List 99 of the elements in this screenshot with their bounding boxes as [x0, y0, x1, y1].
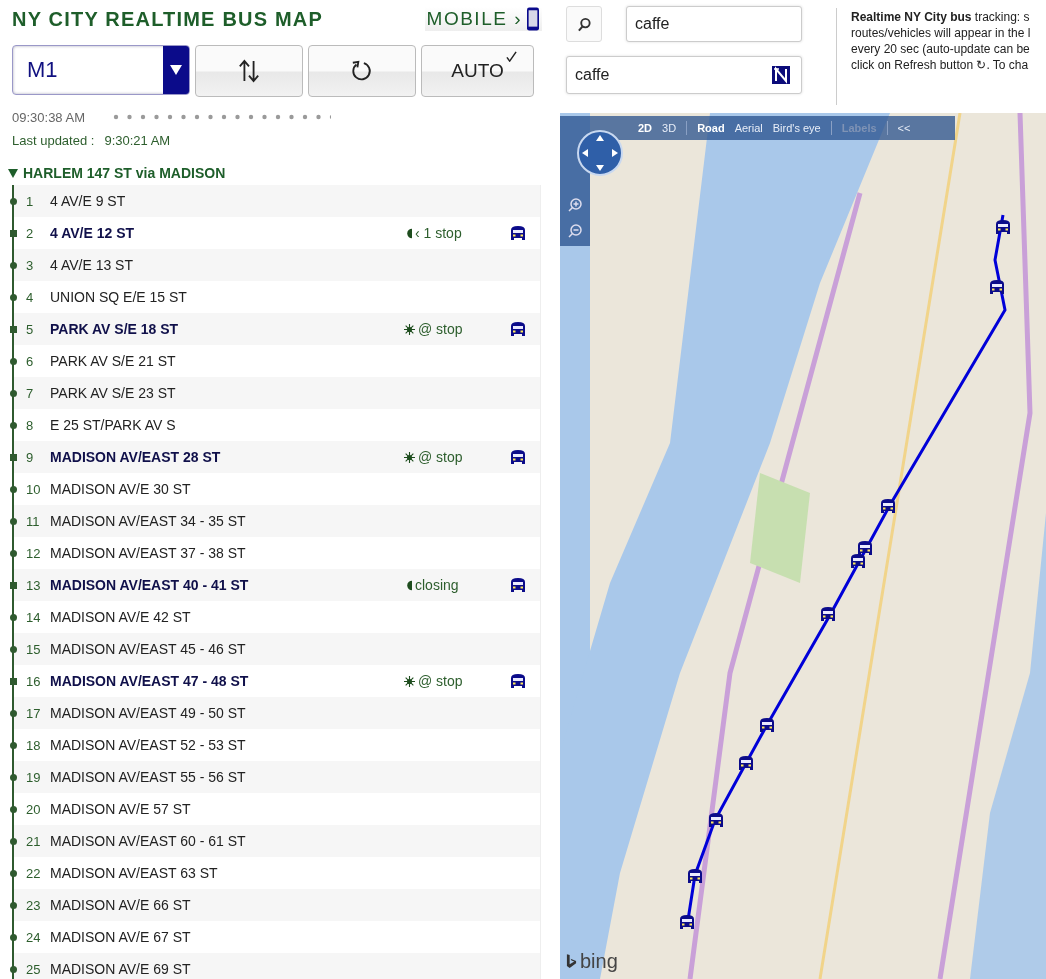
bus-icon: [510, 449, 526, 465]
stop-number: 20: [26, 801, 42, 817]
stop-number: 19: [26, 769, 42, 785]
zoom-out-icon[interactable]: [568, 224, 582, 238]
stop-number: 15: [26, 641, 42, 657]
search-button[interactable]: [566, 6, 602, 42]
stop-name[interactable]: MADISON AV/E 42 ST: [50, 609, 191, 625]
bing-logo-icon: [566, 953, 577, 970]
stop-name[interactable]: MADISON AV/EAST 28 ST: [50, 449, 221, 465]
stop-number: 2: [26, 225, 35, 241]
zoom-in-icon[interactable]: [568, 198, 582, 212]
stop-name[interactable]: MADISON AV/E 67 ST: [50, 929, 191, 945]
stop-name[interactable]: MADISON AV/EAST 37 - 38 ST: [50, 545, 246, 561]
stop-number: 5: [26, 321, 35, 337]
stop-number: 7: [26, 385, 35, 401]
stop-name[interactable]: MADISON AV/EAST 40 - 41 ST: [50, 577, 249, 593]
stop-number: 12: [26, 545, 42, 561]
stop-number: 25: [26, 961, 42, 977]
refresh-icon: [351, 60, 373, 82]
stop-number: 3: [26, 257, 35, 273]
stop-name[interactable]: MADISON AV/E 66 ST: [50, 897, 191, 913]
bus-status: @ stop: [418, 321, 463, 337]
swap-direction-button[interactable]: [195, 45, 303, 97]
stop-number: 21: [26, 833, 42, 849]
progress-dots-icon: [113, 114, 331, 120]
stop-number: 8: [26, 417, 35, 433]
map-view-tab[interactable]: Bird's eye: [772, 122, 821, 134]
last-updated-time: 9:30:21 AM: [104, 133, 171, 148]
map-view-tab[interactable]: Aerial: [734, 122, 763, 134]
phone-icon: [526, 7, 540, 31]
half-moon-icon: [404, 579, 412, 591]
map-view-tab[interactable]: Road: [697, 122, 725, 134]
stop-number: 4: [26, 289, 35, 305]
search-icon: [576, 16, 592, 32]
mobile-link[interactable]: MOBILE ›: [424, 7, 542, 31]
bus-status: ‹ 1 stop: [415, 225, 462, 241]
stop-number: 10: [26, 481, 42, 497]
stop-name[interactable]: MADISON AV/E 69 ST: [50, 961, 191, 977]
info-text: Realtime NY City bus tracking: s routes/vehicles will appear in the l every 20 sec (auto-update can be click on Refresh button ↻. To cha: [851, 9, 1032, 74]
stop-name[interactable]: 4 AV/E 9 ST: [50, 193, 126, 209]
bus-status: closing: [415, 577, 459, 593]
refresh-button[interactable]: [308, 45, 416, 97]
map-attribution: bing: [580, 950, 618, 973]
last-updated-label: Last updated :: [12, 133, 95, 148]
stop-name[interactable]: MADISON AV/EAST 47 - 48 ST: [50, 673, 249, 689]
stop-name[interactable]: MADISON AV/E 30 ST: [50, 481, 191, 497]
map-mode-tab[interactable]: 3D: [662, 122, 677, 134]
stop-name[interactable]: MADISON AV/EAST 34 - 35 ST: [50, 513, 246, 529]
stop-name[interactable]: MADISON AV/E 57 ST: [50, 801, 191, 817]
stop-name[interactable]: MADISON AV/EAST 52 - 53 ST: [50, 737, 246, 753]
stop-number: 17: [26, 705, 42, 721]
stop-number: 13: [26, 577, 42, 593]
stop-number: 22: [26, 865, 42, 881]
stop-name[interactable]: MADISON AV/EAST 60 - 61 ST: [50, 833, 246, 849]
expand-triangle-icon: [8, 168, 18, 178]
stop-number: 9: [26, 449, 35, 465]
bus-status: @ stop: [418, 449, 463, 465]
stop-name[interactable]: MADISON AV/EAST 45 - 46 ST: [50, 641, 246, 657]
stop-number: 24: [26, 929, 42, 945]
stop-name[interactable]: PARK AV S/E 18 ST: [50, 321, 179, 337]
stop-number: 16: [26, 673, 42, 689]
direction-toggle[interactable]: HARLEM 147 ST via MADISON: [8, 165, 226, 181]
auto-update-button[interactable]: AUTO: [421, 45, 534, 97]
stop-number: 6: [26, 353, 35, 369]
map-mode-tab[interactable]: 2D: [638, 122, 653, 134]
half-moon-icon: [404, 227, 412, 239]
pan-control-icon[interactable]: [576, 129, 624, 177]
bus-icon: [510, 225, 526, 241]
sun-icon: [404, 323, 415, 335]
stop-name[interactable]: UNION SQ E/E 15 ST: [50, 289, 187, 305]
bus-icon: [510, 673, 526, 689]
route-select[interactable]: M1: [12, 45, 190, 95]
bus-status: @ stop: [418, 673, 463, 689]
stop-number: 18: [26, 737, 42, 753]
stop-name[interactable]: MADISON AV/EAST 55 - 56 ST: [50, 769, 246, 785]
stop-name[interactable]: MADISON AV/EAST 63 ST: [50, 865, 218, 881]
checkmark-icon: [506, 51, 517, 62]
stop-name[interactable]: PARK AV S/E 21 ST: [50, 353, 176, 369]
place-field[interactable]: caffe: [566, 56, 802, 94]
stop-name[interactable]: 4 AV/E 13 ST: [50, 257, 133, 273]
swap-arrows-icon: [238, 59, 260, 83]
sun-icon: [404, 451, 415, 463]
stop-name[interactable]: PARK AV S/E 23 ST: [50, 385, 176, 401]
bus-icon: [510, 321, 526, 337]
stop-name[interactable]: MADISON AV/EAST 49 - 50 ST: [50, 705, 246, 721]
bus-icon: [510, 577, 526, 593]
stop-number: 1: [26, 193, 35, 209]
stop-number: 11: [26, 513, 41, 529]
stop-name[interactable]: 4 AV/E 12 ST: [50, 225, 135, 241]
stop-name[interactable]: E 25 ST/PARK AV S: [50, 417, 176, 433]
stop-number: 23: [26, 897, 42, 913]
stop-number: 14: [26, 609, 42, 625]
collapse-toolbar-button[interactable]: <<: [897, 122, 911, 134]
page-title: NY CITY REALTIME BUS MAP: [12, 7, 324, 31]
current-time: 09:30:38 AM: [12, 109, 85, 125]
search-field[interactable]: caffe: [626, 6, 802, 42]
caret-icon: [170, 65, 182, 75]
sun-icon: [404, 675, 415, 687]
logo-icon: [772, 66, 790, 84]
